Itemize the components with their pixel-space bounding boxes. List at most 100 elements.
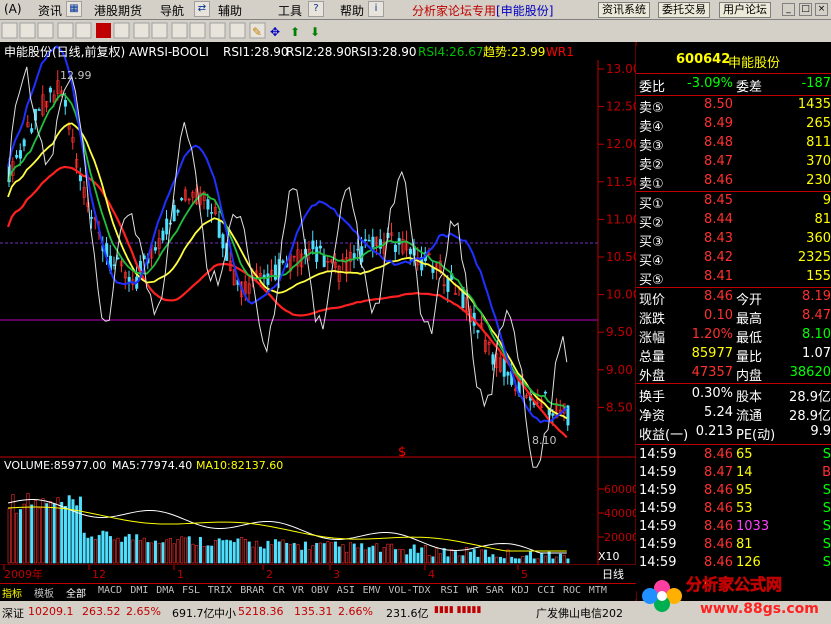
tab-mtm[interactable]: MTM <box>589 585 607 596</box>
stat-value: 47357 <box>691 365 733 380</box>
high-price-label: 12.99 <box>60 69 92 82</box>
quote-row: 总量 85977 量比 1.07 <box>636 346 831 365</box>
ask-price: 8.48 <box>704 135 733 150</box>
zx-amount: 231.6亿 <box>386 607 429 620</box>
quote-row: 买④ 8.42 2325 <box>636 250 831 269</box>
toolbar-icons[interactable]: ✎ ✥ ⬆ ⬇ <box>1 22 320 39</box>
volume-tick: 20000 <box>604 531 639 544</box>
news-ticker[interactable]: 广发佛山电信202 <box>536 605 623 621</box>
stat-label: 内盘 <box>736 369 763 384</box>
stat-label: 涨跌 <box>639 312 666 327</box>
tick-time: 14:59 <box>639 447 677 462</box>
bid-price: 8.43 <box>704 231 733 246</box>
ask-label: 卖③ <box>639 139 664 154</box>
tab-kdj[interactable]: KDJ <box>511 585 529 596</box>
bid-price: 8.42 <box>704 250 733 265</box>
tab-macd[interactable]: MACD <box>98 585 122 596</box>
tick-time: 14:59 <box>639 519 677 534</box>
tick-price: 8.46 <box>704 501 733 516</box>
quote-row: 卖② 8.47 370 <box>636 154 831 173</box>
quote-row: 卖③ 8.48 811 <box>636 135 831 154</box>
ma5-label: MA5:77974.40 <box>112 459 192 472</box>
quote-row: 买① 8.45 9 <box>636 193 831 212</box>
tab-dmi[interactable]: DMI <box>130 585 148 596</box>
ask-label: 卖④ <box>639 120 664 135</box>
ask-label: 卖⑤ <box>639 101 664 116</box>
quote-row: 14:59 8.46 95 S <box>636 483 831 501</box>
bid-label: 买② <box>639 216 664 231</box>
period-label: 日线 <box>602 567 624 581</box>
zx-index: 5218.36 <box>238 605 284 618</box>
tab-brar[interactable]: BRAR <box>240 585 264 596</box>
tab-obv[interactable]: OBV <box>311 585 329 596</box>
tab-fsl[interactable]: FSL <box>182 585 200 596</box>
tab-rsi[interactable]: RSI <box>441 585 459 596</box>
quote-row: 买② 8.44 81 <box>636 212 831 231</box>
tab-指标[interactable]: 指标 <box>2 585 22 600</box>
bid-label: 买① <box>639 197 664 212</box>
tick-time: 14:59 <box>639 537 677 552</box>
tab-wr[interactable]: WR <box>466 585 478 596</box>
x-tick: 5 <box>521 568 528 581</box>
sz-index: 10209.1 <box>28 605 74 618</box>
fin-label: 收益(一) <box>639 428 689 443</box>
fin-value: 9.9 <box>810 424 831 439</box>
quote-row: 外盘 47357 内盘 38620 <box>636 365 831 384</box>
quote-row: 14:59 8.46 1033 S <box>636 519 831 537</box>
tick-side: S <box>822 519 831 534</box>
watermark-logo: 分析家公式网 www.88gs.com <box>640 568 831 624</box>
tab-dma[interactable]: DMA <box>156 585 174 596</box>
quote-row: 14:59 8.46 65 S <box>636 447 831 465</box>
tab-全部[interactable]: 全部 <box>66 585 86 600</box>
rsi3-label: RSI3:28.90 <box>351 45 417 59</box>
sz-label: 深证 <box>2 607 24 620</box>
fin-value: 0.213 <box>695 424 733 439</box>
volume-title: VOLUME:85977.00 <box>4 459 106 472</box>
tick-price: 8.46 <box>704 519 733 534</box>
bid-volume: 155 <box>806 269 831 284</box>
tick-volume: 1033 <box>736 519 770 534</box>
ask-volume: 370 <box>806 154 831 169</box>
tab-emv[interactable]: EMV <box>363 585 381 596</box>
quote-panel: 600642 申能股份 委比 -3.09% 委差 -187 卖⑤ 8.50 1435… <box>636 46 831 591</box>
trend-label: 趋势:23.99 <box>483 45 545 59</box>
line-green <box>7 93 568 410</box>
tick-side: S <box>822 447 831 462</box>
stat-value: 0.10 <box>704 308 733 323</box>
quote-row: 14:59 8.47 14 B <box>636 465 831 483</box>
stat-label: 最高 <box>736 312 763 327</box>
tab-trix[interactable]: TRIX <box>208 585 232 596</box>
ask-price: 8.46 <box>704 173 733 188</box>
x-tick: 2009年 <box>4 567 43 581</box>
stock-name: 申能股份 <box>728 56 781 71</box>
arrow-up-icon: ⬆ <box>290 25 300 39</box>
tab-vr[interactable]: VR <box>292 585 304 596</box>
tick-side: S <box>822 501 831 516</box>
tick-volume: 14 <box>736 465 753 480</box>
quote-row: 净资 5.24 流通 28.9亿 <box>636 405 831 424</box>
tick-side: B <box>822 465 831 480</box>
tab-vol-tdx[interactable]: VOL-TDX <box>388 585 430 596</box>
tick-volume: 53 <box>736 501 753 516</box>
low-price-label: 8.10 <box>532 434 557 447</box>
quote-row: 收益(一) 0.213 PE(动) 9.9 <box>636 424 831 443</box>
stat-value: 8.10 <box>802 327 831 342</box>
tab-cr[interactable]: CR <box>273 585 285 596</box>
ask-label: 卖① <box>639 177 664 192</box>
stat-label: 涨幅 <box>639 331 666 346</box>
tab-模板[interactable]: 模板 <box>34 585 54 600</box>
stat-value: 1.07 <box>802 346 831 361</box>
ask-volume: 265 <box>806 116 831 131</box>
fin-value: 5.24 <box>704 405 733 420</box>
tab-sar[interactable]: SAR <box>486 585 504 596</box>
sz-amount: 691.7亿 <box>172 607 215 620</box>
tab-roc[interactable]: ROC <box>563 585 581 596</box>
tick-volume: 81 <box>736 537 753 552</box>
stat-value: 8.47 <box>802 308 831 323</box>
x-tick: 1 <box>177 568 184 581</box>
tab-cci[interactable]: CCI <box>537 585 555 596</box>
tick-time: 14:59 <box>639 483 677 498</box>
tab-asi[interactable]: ASI <box>337 585 355 596</box>
ask-label: 卖② <box>639 158 664 173</box>
fin-label: PE(动) <box>736 428 776 443</box>
